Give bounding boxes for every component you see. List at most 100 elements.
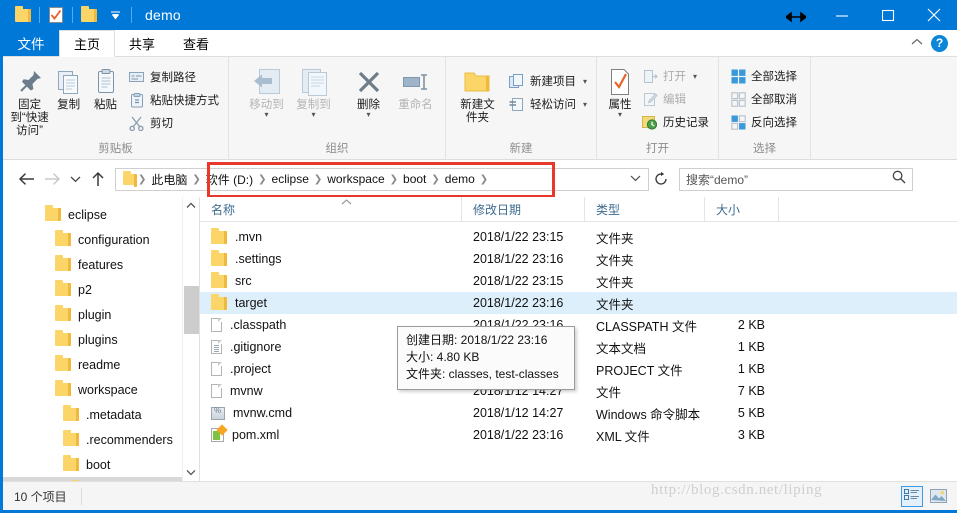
- forward-button[interactable]: [39, 166, 65, 192]
- move-to-button[interactable]: 移动到 ▾: [243, 61, 290, 119]
- table-row[interactable]: .classpath 2018/1/22 23:16 CLASSPATH 文件 …: [200, 314, 957, 336]
- breadcrumb-item-workspace[interactable]: workspace: [323, 172, 388, 186]
- search-box[interactable]: 搜索“demo”: [679, 167, 913, 191]
- breadcrumb-item-this-pc[interactable]: 此电脑: [147, 171, 191, 188]
- folder-icon: [119, 170, 137, 187]
- ribbon-group-clipboard: 固定到“快速访问” 复制 粘贴 复制路径 粘贴快捷方式 剪切 剪贴板: [3, 57, 229, 160]
- folder-icon: [211, 293, 227, 310]
- folder-icon[interactable]: [76, 3, 102, 27]
- paste-shortcut-button[interactable]: 粘贴快捷方式: [126, 90, 222, 110]
- refresh-button[interactable]: [649, 168, 673, 191]
- copy-button[interactable]: 复制: [50, 61, 87, 112]
- tree-item-boot[interactable]: boot: [3, 452, 199, 477]
- chevron-down-icon[interactable]: ▾: [311, 111, 315, 119]
- tree-item-recommenders[interactable]: .recommenders: [3, 427, 199, 452]
- column-header-size[interactable]: 大小: [705, 196, 779, 222]
- table-row[interactable]: pom.xml 2018/1/22 23:16 XML 文件 3 KB: [200, 424, 957, 446]
- chevron-down-icon[interactable]: ▾: [618, 111, 622, 119]
- breadcrumb-item-demo[interactable]: demo: [441, 172, 479, 186]
- column-header-date[interactable]: 修改日期: [462, 196, 585, 222]
- copy-to-button[interactable]: 复制到 ▾: [290, 61, 337, 119]
- edit-button[interactable]: 编辑: [639, 89, 712, 109]
- cut-button[interactable]: 剪切: [126, 113, 222, 133]
- scroll-down-button[interactable]: [183, 464, 200, 481]
- history-button[interactable]: 历史记录: [639, 112, 712, 132]
- scissors-icon: [129, 115, 145, 131]
- tree-item-plugins[interactable]: plugins: [3, 327, 199, 352]
- horizontal-resize-cursor: [784, 11, 808, 26]
- table-row[interactable]: mvnw.cmd 2018/1/12 14:27 Windows 命令脚本 5 …: [200, 402, 957, 424]
- tree-item-metadata[interactable]: .metadata: [3, 402, 199, 427]
- recent-locations-button[interactable]: [65, 166, 85, 192]
- breadcrumb-item-drive-d[interactable]: 软件 (D:): [202, 171, 257, 188]
- maximize-button[interactable]: [865, 0, 911, 30]
- copy-path-button[interactable]: 复制路径: [126, 67, 222, 87]
- minimize-button[interactable]: [819, 0, 865, 30]
- column-header-name[interactable]: 名称: [200, 196, 462, 222]
- tree-item-label: .metadata: [86, 407, 142, 422]
- chevron-down-icon[interactable]: ▾: [583, 77, 587, 86]
- large-icons-view-button[interactable]: [927, 486, 949, 507]
- close-button[interactable]: [911, 0, 957, 30]
- details-view-button[interactable]: [901, 485, 923, 507]
- search-icon[interactable]: [892, 170, 906, 189]
- up-button[interactable]: [85, 166, 111, 192]
- quick-access-toolbar: [3, 3, 135, 27]
- tab-home[interactable]: 主页: [59, 30, 116, 57]
- breadcrumb-item-eclipse[interactable]: eclipse: [268, 172, 313, 186]
- tree-item-plugin[interactable]: plugin: [3, 302, 199, 327]
- select-all-button[interactable]: 全部选择: [727, 66, 800, 86]
- search-input[interactable]: 搜索“demo”: [686, 171, 892, 188]
- table-row[interactable]: .mvn 2018/1/22 23:15 文件夹: [200, 226, 957, 248]
- chevron-down-icon[interactable]: [630, 174, 645, 185]
- breadcrumb-item-boot[interactable]: boot: [399, 172, 430, 186]
- folder-icon[interactable]: [10, 3, 36, 27]
- tree-item-p2[interactable]: p2: [3, 277, 199, 302]
- file-type-cell: 文本文档: [596, 341, 647, 356]
- open-button[interactable]: 打开 ▾: [639, 66, 712, 86]
- tree-item-eclipse[interactable]: eclipse: [3, 202, 199, 227]
- rename-button[interactable]: 重命名: [392, 61, 439, 112]
- tree-item-readme[interactable]: readme: [3, 352, 199, 377]
- folder-icon: [55, 330, 71, 346]
- table-row[interactable]: .gitignore 2018/1/22 23:15 文本文档 1 KB: [200, 336, 957, 358]
- chevron-down-icon[interactable]: ▾: [366, 111, 370, 119]
- back-button[interactable]: [13, 166, 39, 192]
- scrollbar-track[interactable]: [183, 214, 200, 464]
- navigation-scrollbar[interactable]: [182, 197, 199, 481]
- new-folder-button[interactable]: 新建文件夹: [455, 61, 500, 125]
- pin-to-quick-access-button[interactable]: 固定到“快速访问”: [9, 61, 50, 138]
- window-title: demo: [145, 7, 181, 23]
- help-icon[interactable]: ?: [931, 34, 948, 52]
- breadcrumb[interactable]: ❯ 此电脑 ❯ 软件 (D:) ❯ eclipse ❯ workspace ❯ …: [115, 167, 649, 191]
- chevron-down-icon[interactable]: ▾: [264, 111, 268, 119]
- tab-file[interactable]: 文件: [3, 30, 59, 56]
- select-none-button[interactable]: 全部取消: [727, 89, 800, 109]
- tree-item-workspace[interactable]: workspace: [3, 377, 199, 402]
- column-header-type[interactable]: 类型: [585, 196, 705, 222]
- table-row[interactable]: target 2018/1/22 23:16 文件夹: [200, 292, 957, 314]
- chevron-down-icon[interactable]: ▾: [693, 72, 697, 81]
- properties-icon[interactable]: [43, 3, 69, 27]
- folder-icon: [45, 205, 61, 221]
- properties-button[interactable]: 属性 ▾: [604, 61, 636, 119]
- paste-button[interactable]: 粘贴: [87, 61, 124, 112]
- chevron-down-icon[interactable]: ▾: [583, 100, 587, 109]
- table-row[interactable]: .project 2018/1/22 23:16 PROJECT 文件 1 KB: [200, 358, 957, 380]
- easy-access-button[interactable]: 轻松访问 ▾: [506, 94, 590, 114]
- folder-icon: [55, 255, 71, 271]
- table-row[interactable]: .settings 2018/1/22 23:16 文件夹: [200, 248, 957, 270]
- collapse-ribbon-icon[interactable]: [911, 37, 923, 49]
- new-item-button[interactable]: 新建项目 ▾: [506, 71, 590, 91]
- invert-selection-button[interactable]: 反向选择: [727, 112, 800, 132]
- delete-button[interactable]: 删除 ▾: [345, 61, 392, 119]
- scrollbar-thumb[interactable]: [183, 286, 199, 334]
- scroll-up-button[interactable]: [183, 197, 200, 214]
- table-row[interactable]: src 2018/1/22 23:15 文件夹: [200, 270, 957, 292]
- tab-view[interactable]: 查看: [169, 30, 223, 56]
- tree-item-features[interactable]: features: [3, 252, 199, 277]
- tree-item-configuration[interactable]: configuration: [3, 227, 199, 252]
- chevron-down-icon[interactable]: [102, 3, 128, 27]
- tab-share[interactable]: 共享: [115, 30, 169, 56]
- table-row[interactable]: mvnw 2018/1/12 14:27 文件 7 KB: [200, 380, 957, 402]
